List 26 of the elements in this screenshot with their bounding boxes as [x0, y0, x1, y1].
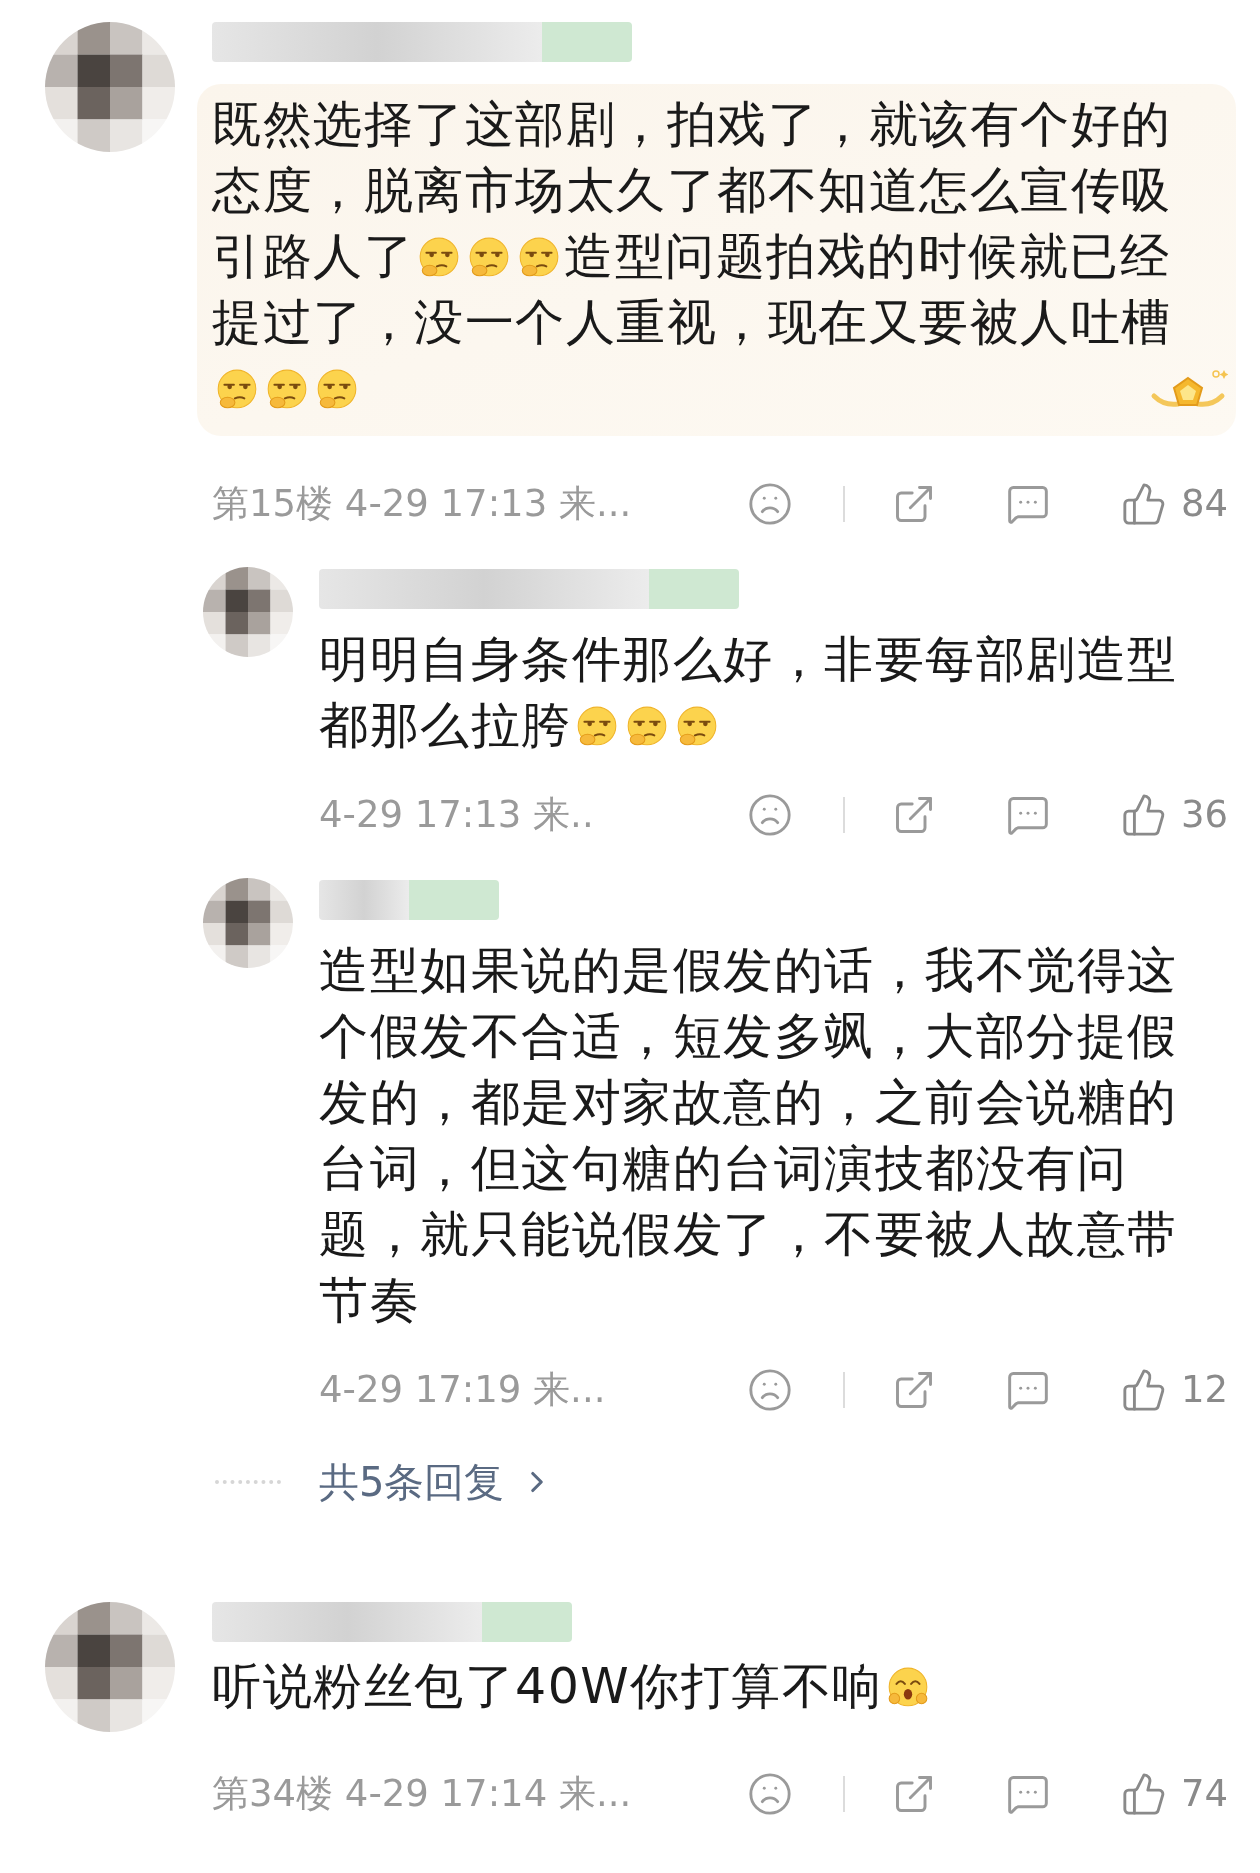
dislike-button[interactable] — [746, 1367, 793, 1413]
like-button[interactable]: 12 — [1120, 1365, 1228, 1415]
comment-meta: 4-29 17:13 来.. — [319, 792, 594, 839]
avatar[interactable] — [45, 22, 175, 152]
dotted-line — [215, 1480, 281, 1484]
thumbs-up-icon — [1120, 481, 1167, 527]
dislike-button[interactable] — [746, 792, 793, 838]
comment-meta: 4-29 17:19 来... — [319, 1367, 606, 1414]
comment-text: 造型如果说的是假发的话，我不觉得这个假发不合适，短发多飒，大部分提假发的，都是对家故意的，之前会说糖的台词，但这句糖的台词演技都没有问题，就只能说假发了，不要被人故意带节奏 — [319, 941, 1179, 1331]
avatar[interactable] — [203, 878, 293, 968]
comment-text: 听说粉丝包了40W你打算不响 — [212, 1654, 1187, 1720]
like-button[interactable]: 36 — [1120, 790, 1228, 840]
more-replies-link[interactable]: 共5条回复 — [319, 1452, 555, 1512]
avatar[interactable] — [203, 567, 293, 657]
thumbs-up-icon — [1120, 1771, 1167, 1817]
comment-text: 明明自身条件那么好，非要每部剧造型都那么拉胯 — [319, 630, 1179, 756]
comment-meta: 第15楼 4-29 17:13 来... — [212, 481, 632, 528]
like-button[interactable]: 74 — [1120, 1769, 1228, 1819]
comment-meta: 第34楼 4-29 17:14 来... — [212, 1771, 632, 1818]
comment-text: 既然选择了这部剧，拍戏了，就该有个好的态度，脱离市场太久了都不知道怎么宣传吸引路人了 造型问题拍戏的时候就已经提过了，没一个人重视，现在又要被人吐槽 — [212, 92, 1187, 422]
thumbs-up-icon — [1120, 1367, 1167, 1413]
dislike-button[interactable] — [746, 1771, 793, 1817]
thumbs-up-icon — [1120, 792, 1167, 838]
like-button[interactable]: 84 — [1120, 479, 1228, 529]
dislike-button[interactable] — [746, 481, 793, 527]
avatar[interactable] — [45, 1602, 175, 1732]
